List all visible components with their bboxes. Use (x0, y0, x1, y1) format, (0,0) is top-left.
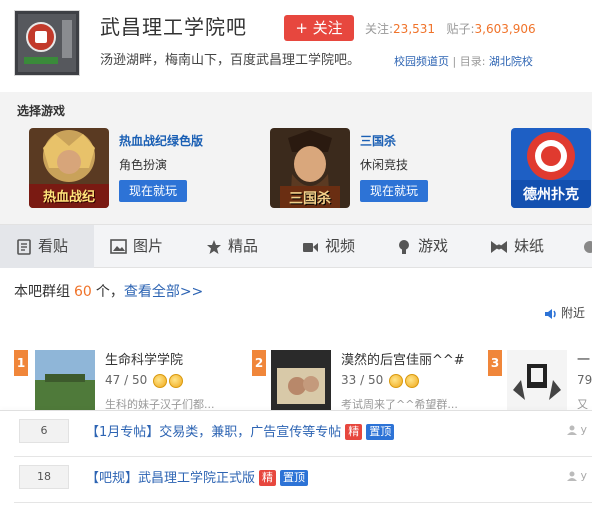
forum-header: 武昌理工学院吧 + 关注 关注:23,531 贴子:3,603,906 汤逊湖畔… (0, 0, 592, 92)
gamepad-icon (399, 239, 409, 254)
nearby-groups-link[interactable]: 附近 (544, 304, 585, 321)
tab-videos[interactable]: 视频 (302, 225, 355, 268)
forum-stats: 关注:23,531 贴子:3,603,906 (365, 20, 536, 37)
tab-label: 游戏 (418, 237, 449, 255)
reply-count: 18 (19, 465, 69, 489)
forum-tab-bar: 看贴 图片 精品 视频 游戏 妹纸 (0, 224, 592, 268)
play-now-button[interactable]: 现在就玩 (360, 180, 428, 202)
tab-label: 看贴 (38, 237, 69, 255)
star-icon (207, 239, 221, 254)
thread-author[interactable]: y (567, 469, 587, 482)
game-category: 休闲竞技 (360, 158, 409, 172)
logo-side-panel (62, 20, 72, 58)
star-icon (153, 373, 168, 388)
group-avatar[interactable] (271, 350, 331, 410)
view-all-groups-link[interactable]: 查看全部>> (124, 284, 203, 300)
tab-featured[interactable]: 精品 (206, 225, 258, 268)
tab-games[interactable]: 游戏 (396, 225, 448, 268)
follow-button[interactable]: + 关注 (284, 15, 354, 41)
groups-prefix: 本吧群组 (14, 284, 70, 300)
group-members: 79 (577, 373, 592, 387)
school-emblem-image (18, 14, 76, 72)
logo-banner (24, 57, 58, 64)
seal-icon (26, 22, 56, 52)
author-name: y (580, 423, 588, 436)
thread-title-text[interactable]: 【吧规】武昌理工学院正式版 (86, 471, 255, 486)
star-icon (169, 373, 184, 388)
group-rank: 1 (14, 350, 28, 376)
game-thumbnail[interactable]: 德州扑克 (511, 128, 591, 208)
directory-label: | 目录: (452, 55, 486, 68)
doc-icon (17, 238, 31, 255)
directory-link[interactable]: 湖北院校 (489, 55, 533, 68)
campus-channel-link[interactable]: 校园频道页 (394, 55, 449, 68)
group-members: 47 / 50 (105, 373, 184, 388)
thread-title[interactable]: 【1月专帖】交易类，兼职，广告宣传等专帖精置顶 (86, 421, 395, 440)
pinned-badge: 置顶 (280, 470, 309, 486)
author-name: y (580, 469, 588, 482)
featured-badge: 精 (259, 470, 277, 486)
user-icon (567, 425, 577, 435)
thread-title-text[interactable]: 【1月专帖】交易类，兼职，广告宣传等专帖 (86, 425, 341, 440)
tab-label: 图片 (133, 237, 164, 255)
game-category: 角色扮演 (119, 158, 168, 172)
forum-logo[interactable] (14, 10, 80, 76)
game-name[interactable]: 三国杀 (360, 132, 396, 149)
follow-count: 23,531 (393, 22, 436, 36)
group-member-count: 79 (577, 373, 592, 387)
forum-slogan: 汤逊湖畔，梅南山下，百度武昌理工学院吧。 (100, 53, 361, 68)
tab-girls[interactable]: 妹纸 (490, 225, 544, 268)
speaker-icon (545, 308, 556, 319)
pinned-badge: 置顶 (366, 424, 395, 440)
star-icon (405, 373, 420, 388)
game-recommendations: 选择游戏 热血战纪 热血战纪绿色版 角色扮演 现在就玩 三国杀 三国杀 休闲竞技… (0, 92, 592, 224)
group-name[interactable]: 生命科学学院 (105, 349, 183, 368)
user-icon (567, 471, 577, 481)
play-now-button[interactable]: 现在就玩 (119, 180, 187, 202)
thread-author[interactable]: y (567, 423, 587, 436)
tab-label: 精品 (228, 237, 259, 255)
games-section-title: 选择游戏 (17, 104, 66, 118)
posts-count-label: 贴子: (446, 22, 475, 36)
picture-icon (110, 239, 127, 254)
group-member-count: 33 / 50 (341, 373, 384, 387)
follow-count-label: 关注: (365, 22, 394, 36)
forum-title[interactable]: 武昌理工学院吧 (100, 11, 247, 40)
group-avatar[interactable] (35, 350, 95, 410)
tab-label: 视频 (325, 237, 356, 255)
thread-row[interactable]: 18 【吧规】武昌理工学院正式版精置顶 y (0, 457, 592, 503)
bow-icon (491, 240, 507, 253)
more-tab-icon[interactable] (582, 225, 592, 268)
reply-count: 6 (19, 419, 69, 443)
groups-suffix: 个， (95, 284, 124, 300)
groups-count: 60 (74, 284, 92, 300)
forum-links: 校园频道页 | 目录: 湖北院校 (394, 53, 533, 69)
game-name[interactable]: 热血战纪绿色版 (119, 132, 203, 149)
thread-divider (14, 502, 592, 503)
game-thumbnail[interactable]: 热血战纪 (29, 128, 109, 208)
video-icon (303, 242, 318, 252)
tab-posts[interactable]: 看贴 (0, 225, 94, 268)
tab-pictures[interactable]: 图片 (110, 225, 163, 268)
group-name[interactable]: 一 (577, 349, 590, 368)
groups-summary: 本吧群组 60 个，查看全部>> (14, 281, 203, 301)
group-name[interactable]: 漠然的后宫佳丽^^# (341, 349, 465, 368)
star-icon (389, 373, 404, 388)
group-rank: 3 (488, 350, 502, 376)
game-logo-text: 三国杀 (289, 191, 331, 207)
group-avatar[interactable] (507, 350, 567, 410)
featured-badge: 精 (345, 424, 363, 440)
game-thumbnail[interactable]: 三国杀 (270, 128, 350, 208)
group-member-count: 47 / 50 (105, 373, 148, 387)
group-members: 33 / 50 (341, 373, 420, 388)
game-logo-text: 德州扑克 (523, 187, 579, 203)
thread-title[interactable]: 【吧规】武昌理工学院正式版精置顶 (86, 467, 309, 486)
group-rank: 2 (252, 350, 266, 376)
thread-row[interactable]: 6 【1月专帖】交易类，兼职，广告宣传等专帖精置顶 y (0, 411, 592, 457)
posts-count: 3,603,906 (474, 22, 536, 36)
nearby-label: 附近 (561, 306, 586, 320)
game-logo-text: 热血战纪 (42, 190, 95, 205)
tab-label: 妹纸 (514, 237, 545, 255)
